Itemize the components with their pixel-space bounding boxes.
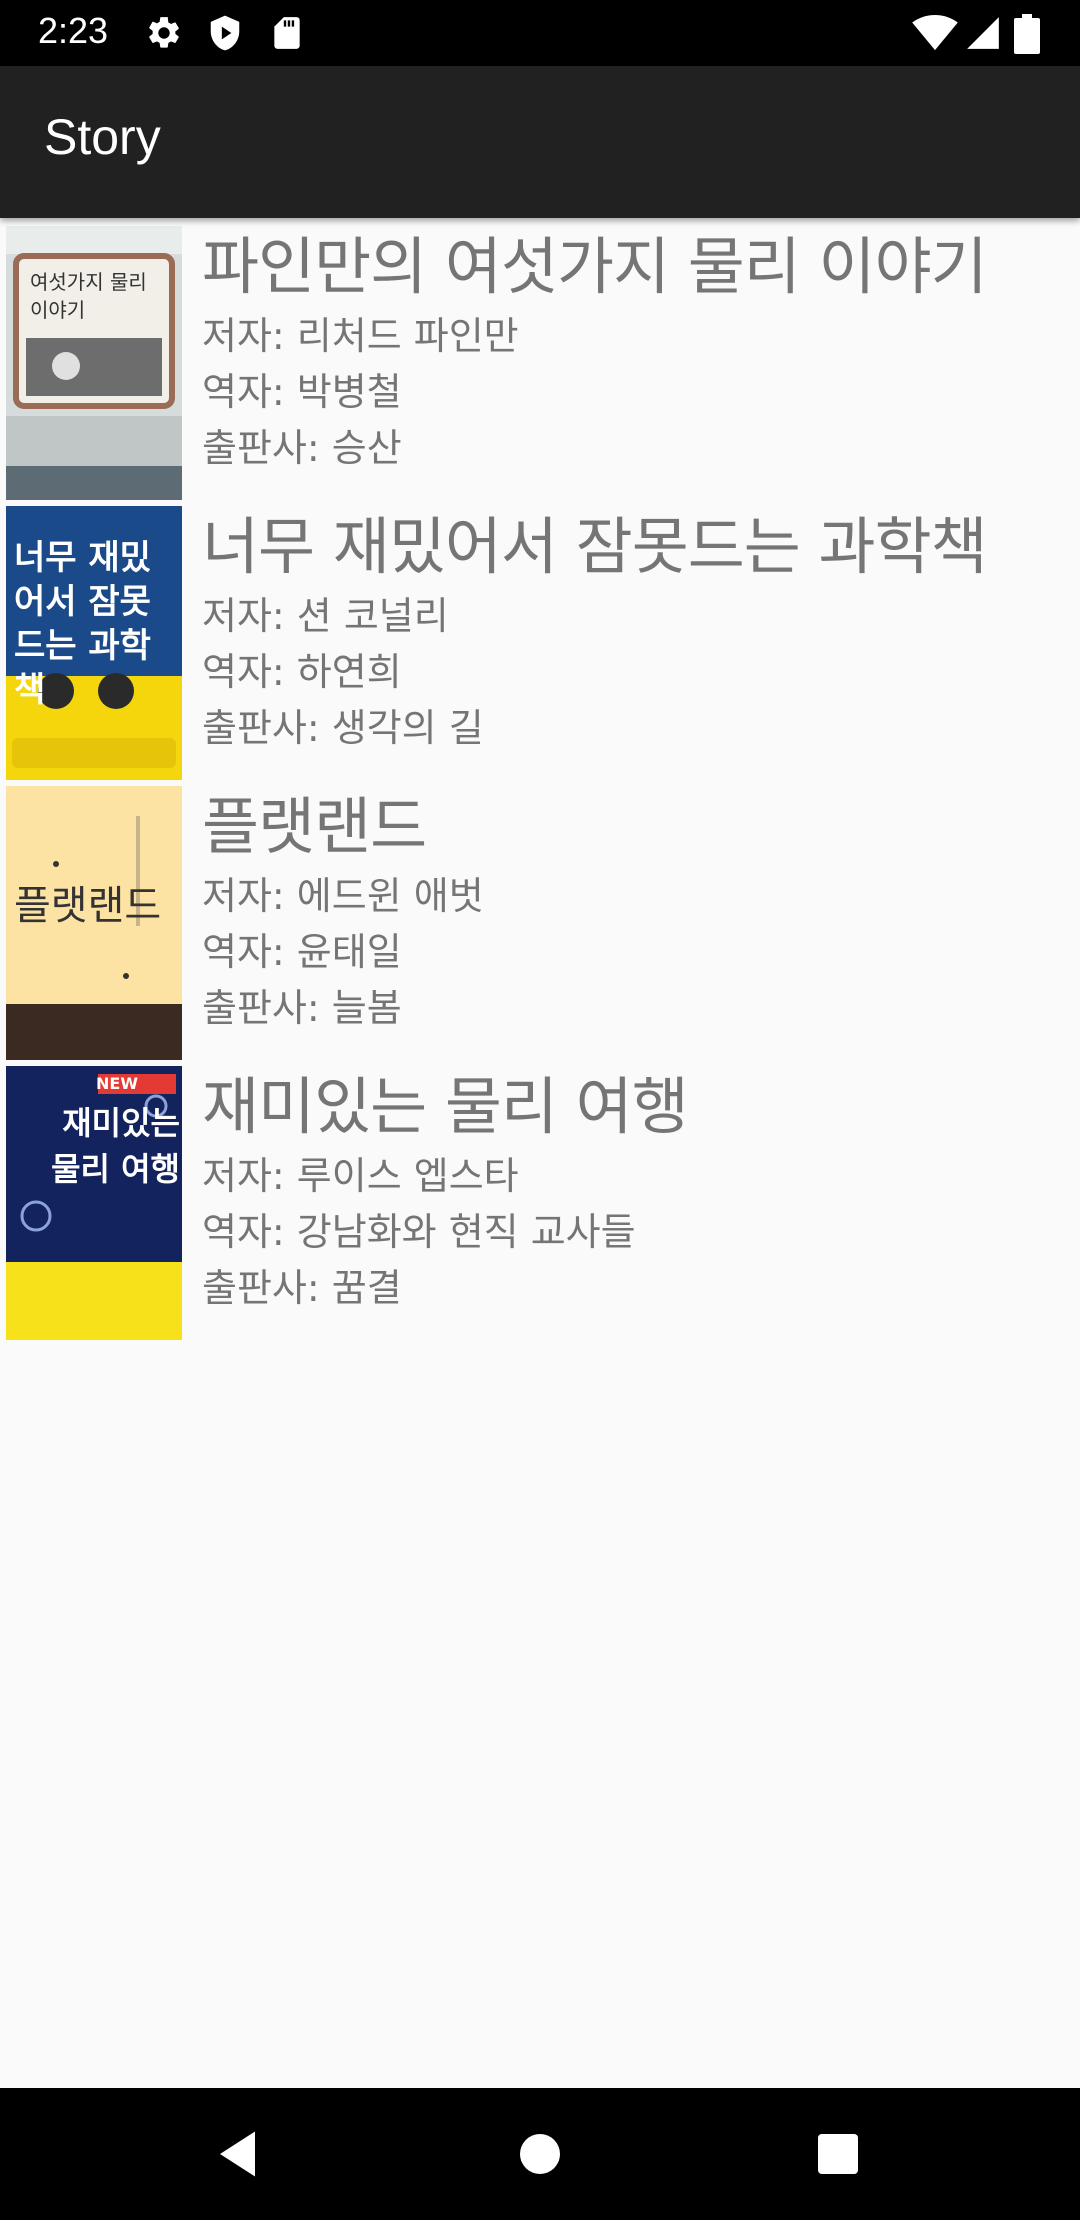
app-bar: Story <box>0 66 1080 218</box>
book-cover-text: 너무 재밌어서 잠못드는 과학책 <box>14 538 151 710</box>
book-author: 저자: 리처드 파인만 <box>202 314 519 358</box>
navigation-bar <box>0 2088 1080 2220</box>
book-cover-text: 재미있는 물리 여행 <box>51 1104 180 1188</box>
signal-icon <box>964 14 1002 52</box>
book-publisher: 출판사: 생각의 길 <box>202 706 484 750</box>
book-title: 너무 재밌어서 잠못드는 과학책 <box>202 510 988 583</box>
book-title: 플랫랜드 <box>202 790 427 863</box>
book-info: 너무 재밌어서 잠못드는 과학책 저자: 션 코널리 역자: 하연희 출판사: … <box>202 506 1060 756</box>
book-info: 플랫랜드 저자: 에드윈 애벗 역자: 윤태일 출판사: 늘봄 <box>202 786 1060 1036</box>
book-translator: 역자: 강남화와 현직 교사들 <box>202 1210 636 1254</box>
book-cover-text: 플랫랜드 <box>14 883 162 929</box>
app-title: Story <box>44 109 161 165</box>
book-author: 저자: 션 코널리 <box>202 594 449 638</box>
book-translator: 역자: 박병철 <box>202 370 402 414</box>
book-cover: 여섯가지 물리이야기 <box>6 226 182 500</box>
home-icon[interactable] <box>510 2124 570 2184</box>
book-cover: 너무 재밌어서 잠못드는 과학책 <box>6 506 182 780</box>
book-translator: 역자: 하연희 <box>202 650 402 694</box>
status-bar: 2:23 <box>0 0 1080 66</box>
gear-icon <box>145 14 183 52</box>
book-title: 재미있는 물리 여행 <box>202 1070 689 1143</box>
book-translator: 역자: 윤태일 <box>202 930 402 974</box>
wifi-icon <box>912 14 958 52</box>
book-title: 파인만의 여섯가지 물리 이야기 <box>202 230 988 303</box>
book-info: 파인만의 여섯가지 물리 이야기 저자: 리처드 파인만 역자: 박병철 출판사… <box>202 226 1060 476</box>
book-cover-text: 여섯가지 물리이야기 <box>30 270 147 322</box>
book-info: 재미있는 물리 여행 저자: 루이스 엡스타 역자: 강남화와 현직 교사들 출… <box>202 1066 1060 1316</box>
book-author: 저자: 에드윈 애벗 <box>202 874 484 918</box>
list-item[interactable]: 플랫랜드 플랫랜드 저자: 에드윈 애벗 역자: 윤태일 출판사: 늘봄 <box>0 778 1080 1060</box>
book-cover: 플랫랜드 <box>6 786 182 1060</box>
new-badge: NEW <box>96 1074 138 1093</box>
book-publisher: 출판사: 꿈결 <box>202 1266 402 1310</box>
list-item[interactable]: NEW 재미있는 물리 여행 재미있는 물리 여행 저자: 루이스 엡스타 역자… <box>0 1058 1080 1340</box>
recents-icon[interactable] <box>808 2124 868 2184</box>
book-publisher: 출판사: 늘봄 <box>202 986 402 1030</box>
back-icon[interactable] <box>210 2124 270 2184</box>
sd-card-icon <box>268 14 306 52</box>
status-time: 2:23 <box>38 10 109 51</box>
book-cover: NEW 재미있는 물리 여행 <box>6 1066 182 1340</box>
list-item[interactable]: 여섯가지 물리이야기 파인만의 여섯가지 물리 이야기 저자: 리처드 파인만 … <box>0 218 1080 500</box>
battery-icon <box>1014 14 1040 54</box>
book-publisher: 출판사: 승산 <box>202 426 402 470</box>
book-author: 저자: 루이스 엡스타 <box>202 1154 519 1198</box>
list-item[interactable]: 너무 재밌어서 잠못드는 과학책 너무 재밌어서 잠못드는 과학책 저자: 션 … <box>0 498 1080 780</box>
shield-play-icon <box>206 14 244 52</box>
